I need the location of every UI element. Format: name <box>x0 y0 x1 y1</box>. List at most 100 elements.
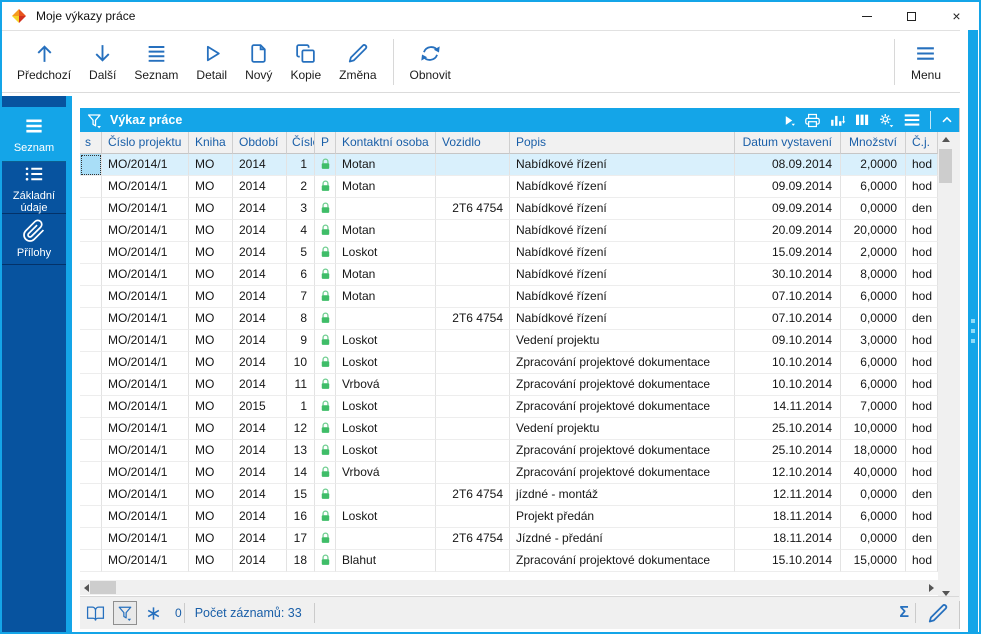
column-header-cj[interactable]: Č.j. <box>906 132 938 154</box>
cell-kniha: MO <box>189 440 233 462</box>
cell-kniha: MO <box>189 506 233 528</box>
column-header-popis[interactable]: Popis <box>510 132 735 154</box>
column-header-p[interactable]: P <box>315 132 336 154</box>
table-row[interactable]: MO/2014/1MO20146MotanNabídkové řízení30.… <box>80 264 938 286</box>
sum-button[interactable]: Σ <box>895 604 913 622</box>
chart-icon[interactable] <box>829 112 846 129</box>
toolbar-button-zmena[interactable]: Změna <box>330 38 385 86</box>
maximize-button[interactable] <box>889 2 934 30</box>
printer-icon[interactable] <box>804 112 821 129</box>
column-header-vozidlo[interactable]: Vozidlo <box>436 132 510 154</box>
table-row[interactable]: MO/2014/1MO2014172T6 4754Jízdné - předán… <box>80 528 938 550</box>
cell-datum: 15.09.2014 <box>735 242 841 264</box>
snowflake-icon[interactable] <box>145 605 162 622</box>
cell-kniha: MO <box>189 198 233 220</box>
table-row[interactable]: MO/2014/1MO20149LoskotVedení projektu09.… <box>80 330 938 352</box>
table-row[interactable]: MO/2014/1MO201432T6 4754Nabídkové řízení… <box>80 198 938 220</box>
edit-icon[interactable] <box>926 602 949 625</box>
cell-osoba: Motan <box>336 220 436 242</box>
menu-button[interactable]: Menu <box>902 38 950 86</box>
column-header-cislo[interactable]: Číslo <box>287 132 315 154</box>
play-small-icon[interactable] <box>781 113 796 128</box>
collapse-icon[interactable] <box>939 112 955 128</box>
table-row[interactable]: MO/2014/1MO201413LoskotZpracování projek… <box>80 440 938 462</box>
sidebar-item-label: Přílohy <box>17 247 51 259</box>
table-row[interactable]: MO/2014/1MO2014152T6 4754jízdné - montáž… <box>80 484 938 506</box>
scrollbar-filler <box>953 132 960 601</box>
vertical-scroll-thumb[interactable] <box>939 149 952 183</box>
cell-cj: hod <box>906 418 938 440</box>
panel-title: Výkaz práce <box>110 113 182 127</box>
toolbar-button-seznam[interactable]: Seznam <box>125 38 187 86</box>
table-row[interactable]: MO/2014/1MO20144MotanNabídkové řízení20.… <box>80 220 938 242</box>
horizontal-scroll-thumb[interactable] <box>90 581 116 594</box>
toolbar-button-predchozi[interactable]: Předchozí <box>8 38 80 86</box>
columns-icon[interactable] <box>854 112 870 128</box>
window-title: Moje výkazy práce <box>36 9 135 23</box>
sidebar-item-prilohy[interactable]: Přílohy <box>2 214 66 265</box>
table-row[interactable]: MO/2014/1MO20145LoskotNabídkové řízení15… <box>80 242 938 264</box>
column-header-obdobi[interactable]: Období <box>233 132 287 154</box>
list-white-icon[interactable] <box>902 110 922 130</box>
cell-mnozstvi: 6,0000 <box>841 506 906 528</box>
filter-icon[interactable] <box>86 112 103 129</box>
cell-popis: Nabídkové řízení <box>510 242 735 264</box>
table-row[interactable]: MO/2014/1MO201416LoskotProjekt předán18.… <box>80 506 938 528</box>
app-logo-icon <box>11 8 27 24</box>
toolbar-button-obnovit[interactable]: Obnovit <box>401 38 460 86</box>
table-row[interactable]: MO/2014/1MO201412LoskotVedení projektu25… <box>80 418 938 440</box>
cell-kniha: MO <box>189 352 233 374</box>
close-button[interactable]: × <box>934 2 979 30</box>
sidebar-item-zakladni-udaje[interactable]: Základníúdaje <box>2 162 66 214</box>
toolbar-button-kopie[interactable]: Kopie <box>281 38 330 86</box>
cell-obdobi: 2014 <box>233 154 287 176</box>
minimize-button[interactable] <box>844 2 889 30</box>
cell-datum: 10.10.2014 <box>735 352 841 374</box>
table-row[interactable]: MO/2014/1MO201411VrbováZpracování projek… <box>80 374 938 396</box>
table-row[interactable]: MO/2014/1MO201410LoskotZpracování projek… <box>80 352 938 374</box>
book-icon[interactable] <box>86 604 105 623</box>
scroll-left-arrow[interactable] <box>84 584 89 592</box>
cell-osoba <box>336 528 436 550</box>
lock-icon <box>315 418 336 440</box>
table-row[interactable]: MO/2014/1MO201482T6 4754Nabídkové řízení… <box>80 308 938 330</box>
table-row[interactable]: MO/2014/1MO201414VrbováZpracování projek… <box>80 462 938 484</box>
cell-mnozstvi: 2,0000 <box>841 154 906 176</box>
table-row[interactable]: MO/2014/1MO20142MotanNabídkové řízení09.… <box>80 176 938 198</box>
table-row[interactable]: MO/2014/1MO20151LoskotZpracování projekt… <box>80 396 938 418</box>
cell-projekt: MO/2014/1 <box>102 154 189 176</box>
cell-obdobi: 2014 <box>233 374 287 396</box>
toolbar-button-dalsi[interactable]: Další <box>80 38 125 86</box>
table-row[interactable]: MO/2014/1MO20147MotanNabídkové řízení07.… <box>80 286 938 308</box>
panel-splitter[interactable] <box>968 30 978 632</box>
cell-osoba: Loskot <box>336 330 436 352</box>
cell-projekt: MO/2014/1 <box>102 286 189 308</box>
sidebar-item-seznam[interactable]: Seznam <box>2 107 66 162</box>
cell-s <box>80 330 102 352</box>
filter-toggle-button[interactable] <box>113 601 137 625</box>
cell-cj: hod <box>906 264 938 286</box>
table-row[interactable]: MO/2014/1MO20141MotanNabídkové řízení08.… <box>80 154 938 176</box>
cell-s <box>80 484 102 506</box>
toolbar-button-detail[interactable]: Detail <box>187 38 236 86</box>
cell-osoba: Vrbová <box>336 462 436 484</box>
column-header-projekt[interactable]: Číslo projektu <box>102 132 189 154</box>
column-header-mnozstvi[interactable]: Množství <box>841 132 906 154</box>
gear-icon[interactable] <box>878 112 894 128</box>
cell-s <box>80 396 102 418</box>
toolbar-button-novy[interactable]: Nový <box>236 38 281 86</box>
table-row[interactable]: MO/2014/1MO201418BlahutZpracování projek… <box>80 550 938 572</box>
lock-icon <box>315 550 336 572</box>
horizontal-scrollbar[interactable] <box>80 580 938 595</box>
scroll-right-arrow[interactable] <box>929 584 934 592</box>
cell-datum: 18.11.2014 <box>735 528 841 550</box>
column-header-s[interactable]: s <box>80 132 102 154</box>
vertical-scrollbar[interactable] <box>938 132 953 601</box>
column-header-datum[interactable]: Datum vystavení <box>735 132 841 154</box>
column-header-kniha[interactable]: Kniha <box>189 132 233 154</box>
column-header-osoba[interactable]: Kontaktní osoba <box>336 132 436 154</box>
splitter-grip-icon <box>971 329 975 333</box>
scroll-up-arrow[interactable] <box>938 132 953 147</box>
cell-cislo: 3 <box>287 198 315 220</box>
cell-cj: hod <box>906 506 938 528</box>
